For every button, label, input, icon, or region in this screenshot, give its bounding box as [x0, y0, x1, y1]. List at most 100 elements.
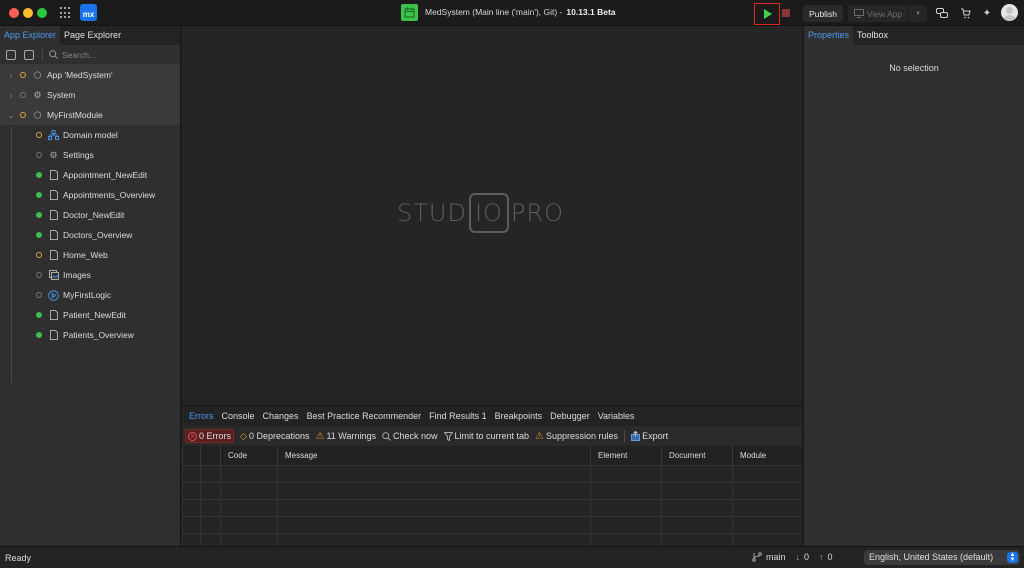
page-icon: [48, 230, 59, 241]
sparkle-icon[interactable]: ✦: [980, 6, 994, 20]
maximize-window-button[interactable]: [37, 8, 47, 18]
errors-filter-button[interactable]: ✕ 0 Errors: [185, 429, 235, 443]
explorer-toolbar: Search...: [0, 45, 180, 65]
apps-grid-icon[interactable]: [60, 7, 72, 19]
deprecations-count: 0 Deprecations: [248, 431, 310, 441]
status-text: Ready: [5, 553, 32, 563]
arrow-up-icon: ↑: [819, 552, 824, 562]
gear-icon: ⚙: [49, 149, 58, 160]
column-header-element[interactable]: Element: [590, 446, 662, 466]
status-dot: [20, 112, 26, 118]
table-row: [182, 499, 802, 517]
column-header[interactable]: [182, 446, 201, 466]
tab-variables[interactable]: Variables: [594, 411, 639, 421]
status-dot: [36, 312, 42, 318]
project-title: MedSystem (Main line ('main'), Git) -: [425, 7, 563, 17]
page-icon: [48, 210, 59, 221]
tree-item-label: Images: [63, 270, 91, 280]
logo-text-boxed: IO: [468, 193, 509, 233]
column-header-document[interactable]: Document: [661, 446, 733, 466]
page-icon: [48, 310, 59, 321]
chat-icon[interactable]: [935, 6, 949, 20]
collapse-all-icon[interactable]: [6, 49, 16, 60]
tree-item-page[interactable]: Appointment_NewEdit: [0, 165, 180, 185]
tree-item-domain-model[interactable]: Domain model: [0, 125, 180, 145]
tab-page-explorer[interactable]: Page Explorer: [60, 26, 125, 45]
tree-item-system[interactable]: › ⚙ System: [0, 85, 180, 105]
tree-item-page[interactable]: Doctors_Overview: [0, 225, 180, 245]
deprecations-filter-button[interactable]: ◇ 0 Deprecations: [240, 431, 309, 442]
column-header-code[interactable]: Code: [220, 446, 278, 466]
limit-label: Limit to current tab: [454, 431, 530, 441]
expand-all-icon[interactable]: [24, 49, 34, 60]
tree-item-page[interactable]: Patients_Overview: [0, 325, 180, 345]
check-now-button[interactable]: Check now: [382, 431, 438, 441]
chevron-right-icon[interactable]: ›: [6, 71, 16, 80]
export-icon: [631, 431, 641, 441]
chevron-right-icon[interactable]: ›: [6, 91, 16, 100]
cart-icon[interactable]: [958, 6, 972, 20]
tab-properties[interactable]: Properties: [804, 26, 854, 45]
tab-errors[interactable]: Errors: [185, 411, 218, 421]
search-input[interactable]: Search...: [62, 50, 96, 60]
warnings-filter-button[interactable]: ⚠ 11 Warnings: [315, 431, 376, 442]
suppression-label: Suppression rules: [546, 431, 619, 441]
toolbar-divider: [42, 48, 43, 61]
tree-item-label: MyFirstLogic: [63, 290, 112, 300]
errors-toolbar: ✕ 0 Errors ◇ 0 Deprecations ⚠ 11 Warning…: [182, 426, 802, 446]
column-header-message[interactable]: Message: [277, 446, 591, 466]
filter-icon: [443, 431, 453, 441]
tree-item-myfirstmodule[interactable]: ⌄ ⬡ MyFirstModule: [0, 105, 180, 125]
view-app-dropdown[interactable]: ▼: [909, 5, 927, 22]
status-dot: [36, 252, 42, 258]
right-tabs: Properties Toolbox: [804, 26, 1024, 45]
no-selection-text: No selection: [889, 63, 939, 73]
tab-find-results[interactable]: Find Results 1: [425, 411, 491, 421]
tree-item-label: Patients_Overview: [63, 330, 134, 340]
status-dot: [36, 272, 42, 278]
tree-item-microflow[interactable]: MyFirstLogic: [0, 285, 180, 305]
tab-debugger[interactable]: Debugger: [546, 411, 594, 421]
tab-best-practice[interactable]: Best Practice Recommender: [303, 411, 426, 421]
avatar[interactable]: [1001, 4, 1018, 21]
run-button[interactable]: [754, 3, 780, 25]
minimize-window-button[interactable]: [23, 8, 33, 18]
page-icon: [48, 190, 59, 201]
tree-item-label: Doctor_NewEdit: [63, 210, 125, 220]
close-window-button[interactable]: [9, 8, 19, 18]
tree-item-label: App 'MedSystem': [47, 70, 113, 80]
tree-item-page[interactable]: Doctor_NewEdit: [0, 205, 180, 225]
tree-item-settings[interactable]: ⚙ Settings: [0, 145, 180, 165]
tab-app-explorer[interactable]: App Explorer: [0, 26, 61, 45]
tree-item-page[interactable]: Home_Web: [0, 245, 180, 265]
chevron-down-icon[interactable]: ⌄: [6, 111, 16, 120]
branch-name[interactable]: main: [766, 552, 786, 562]
tree-item-page[interactable]: Appointments_Overview: [0, 185, 180, 205]
language-select[interactable]: English, United States (default) ▲ ▼: [864, 550, 1020, 565]
status-dot: [20, 72, 26, 78]
column-header[interactable]: [200, 446, 221, 466]
suppression-rules-button[interactable]: ⚠ Suppression rules: [535, 431, 618, 442]
export-button[interactable]: Export: [631, 431, 668, 441]
tree-item-app[interactable]: › ⬡ App 'MedSystem': [0, 65, 180, 85]
tab-breakpoints[interactable]: Breakpoints: [491, 411, 547, 421]
toolbar-divider: [624, 430, 626, 442]
tree-item-label: System: [47, 90, 76, 100]
column-header-module[interactable]: Module: [732, 446, 802, 466]
status-dot: [36, 232, 42, 238]
cube-icon: ⬡: [33, 69, 42, 80]
outgoing-count[interactable]: 0: [828, 552, 833, 562]
view-app-button[interactable]: View App: [848, 5, 908, 22]
mendix-logo[interactable]: mx: [80, 4, 97, 21]
tree-item-page[interactable]: Patient_NewEdit: [0, 305, 180, 325]
tab-console[interactable]: Console: [218, 411, 259, 421]
publish-button[interactable]: Publish: [803, 5, 843, 22]
tab-toolbox[interactable]: Toolbox: [853, 26, 892, 45]
incoming-count[interactable]: 0: [804, 552, 809, 562]
stop-button[interactable]: [782, 9, 790, 17]
title-bar: mx MedSystem (Main line ('main'), Git) -…: [0, 0, 1024, 26]
limit-to-tab-button[interactable]: Limit to current tab: [443, 431, 530, 441]
tab-changes[interactable]: Changes: [259, 411, 303, 421]
tree-item-images[interactable]: Images: [0, 265, 180, 285]
table-row: [182, 516, 802, 534]
